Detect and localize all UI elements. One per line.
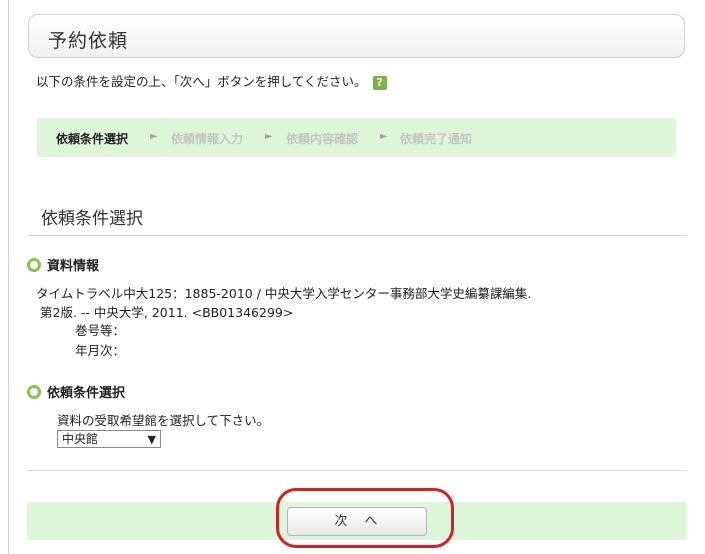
instruction-label: 以下の条件を設定の上、「次へ」ボタンを押してください。 xyxy=(36,74,367,89)
step-1-label: 依頼条件選択 xyxy=(56,132,129,146)
page-title: 予約依頼 xyxy=(48,30,129,52)
volume-label: 巻号等： xyxy=(75,323,126,338)
help-icon[interactable]: ? xyxy=(372,75,387,90)
circle-bullet-icon xyxy=(27,258,41,272)
section-title: 依頼条件選択 xyxy=(41,209,143,229)
step-4-label: 依頼完了通知 xyxy=(400,132,473,146)
circle-bullet-icon xyxy=(27,385,41,399)
library-select-prompt: 資料の受取希望館を選択して下さい。 xyxy=(57,413,270,428)
step-3-label: 依頼内容確認 xyxy=(286,132,359,146)
instruction-text: 以下の条件を設定の上、「次へ」ボタンを押してください。? xyxy=(36,71,387,90)
material-edition-line: 第2版. -- 中央大学, 2011. <BB01346299> xyxy=(40,305,294,320)
date-label: 年月次： xyxy=(75,343,126,358)
step-arrow-icon: ► xyxy=(380,131,388,142)
left-border xyxy=(8,0,9,554)
bottom-divider xyxy=(27,470,687,471)
material-info-heading-label: 資料情報 xyxy=(47,259,100,274)
step-arrow-icon: ► xyxy=(265,131,273,142)
library-select[interactable]: 中央館 ▼ xyxy=(57,430,161,448)
material-title-line: タイムトラベル中大125：1885-2010 / 中央大学入学センター事務部大学… xyxy=(36,286,532,301)
chevron-down-icon: ▼ xyxy=(147,433,156,446)
step-2-label: 依頼情報入力 xyxy=(171,132,244,146)
condition-heading: 依頼条件選択 xyxy=(27,382,125,401)
page-title-box: 予約依頼 xyxy=(28,14,685,58)
highlight-annotation xyxy=(276,488,454,548)
material-info-heading: 資料情報 xyxy=(27,255,99,274)
step-arrow-icon: ► xyxy=(150,131,158,142)
library-select-value: 中央館 xyxy=(62,432,99,446)
condition-heading-label: 依頼条件選択 xyxy=(47,386,126,401)
step-progress-bar: 依頼条件選択 ► 依頼情報入力 ► 依頼内容確認 ► 依頼完了通知 xyxy=(37,118,676,157)
section-divider xyxy=(27,235,687,236)
